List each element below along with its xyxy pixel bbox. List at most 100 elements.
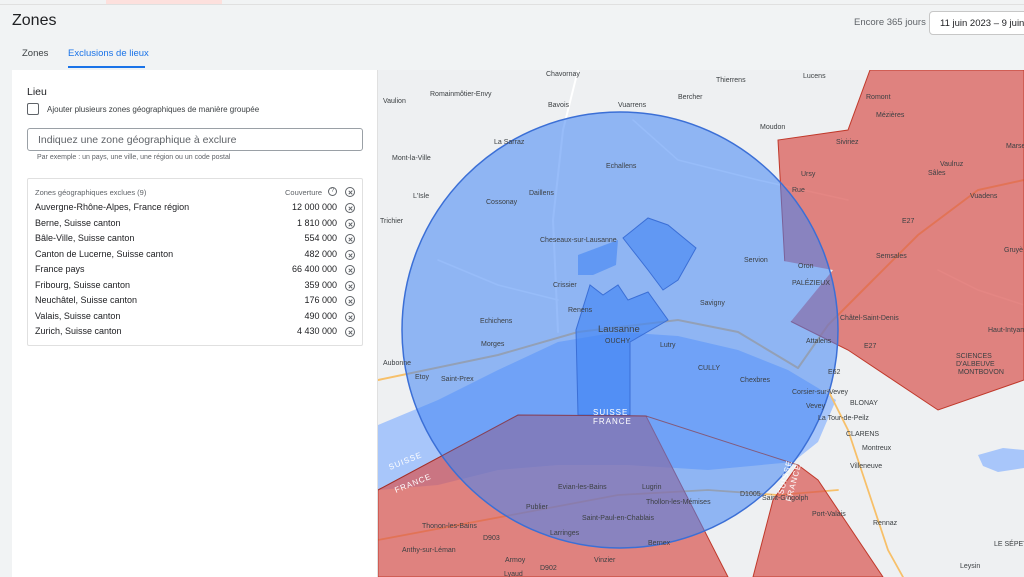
zone-coverage: 482 000 (304, 249, 337, 259)
svg-text:CLARENS: CLARENS (846, 431, 879, 438)
zone-name: Valais, Suisse canton (35, 311, 121, 321)
remove-zone-icon[interactable] (345, 203, 355, 213)
bulk-add-label: Ajouter plusieurs zones géographiques de… (47, 104, 260, 114)
active-tab-indicator (68, 66, 145, 68)
svg-text:D1005: D1005 (740, 491, 761, 498)
svg-text:Siviriez: Siviriez (836, 139, 859, 146)
svg-text:Bernex: Bernex (648, 540, 671, 547)
bulk-add-row: Ajouter plusieurs zones géographiques de… (27, 103, 259, 115)
zone-coverage: 554 000 (304, 233, 337, 243)
svg-text:Lugrin: Lugrin (642, 484, 662, 491)
table-row: Fribourg, Suisse canton 359 000 (28, 278, 362, 293)
svg-text:Trichier: Trichier (380, 218, 404, 225)
svg-text:Montreux: Montreux (862, 445, 892, 452)
table-row: Auvergne-Rhône-Alpes, France région 12 0… (28, 200, 362, 215)
svg-text:Aubonne: Aubonne (383, 360, 411, 367)
svg-text:Cossonay: Cossonay (486, 199, 518, 206)
svg-text:Rue: Rue (792, 187, 805, 194)
svg-text:Servion: Servion (744, 257, 768, 264)
svg-text:Anthy-sur-Léman: Anthy-sur-Léman (402, 547, 456, 554)
help-icon[interactable]: ? (328, 187, 337, 196)
svg-text:Evian-les-Bains: Evian-les-Bains (558, 484, 607, 491)
remove-all-icon[interactable] (345, 187, 355, 197)
svg-text:Villeneuve: Villeneuve (850, 463, 882, 470)
svg-text:BLONAY: BLONAY (850, 400, 878, 407)
remove-zone-icon[interactable] (345, 265, 355, 275)
tab-location-exclusions[interactable]: Exclusions de lieux (68, 48, 149, 59)
zone-coverage: 12 000 000 (291, 202, 337, 212)
zone-name: Auvergne-Rhône-Alpes, France région (35, 202, 190, 212)
remove-zone-icon[interactable] (345, 281, 355, 291)
tab-zones[interactable]: Zones (22, 48, 48, 59)
table-row: Berne, Suisse canton 1 810 000 (28, 216, 362, 231)
zone-name: Zurich, Suisse canton (35, 326, 122, 336)
svg-text:Etoy: Etoy (415, 374, 430, 381)
remove-zone-icon[interactable] (345, 327, 355, 337)
zone-coverage: 1 810 000 (296, 218, 337, 228)
remove-zone-icon[interactable] (345, 250, 355, 260)
svg-text:Marsens: Marsens (1006, 143, 1024, 150)
svg-text:E62: E62 (828, 369, 841, 376)
svg-text:Châtel-Saint-Denis: Châtel-Saint-Denis (840, 315, 899, 322)
svg-text:Cheseaux-sur-Lausanne: Cheseaux-sur-Lausanne (540, 237, 617, 244)
remove-zone-icon[interactable] (345, 219, 355, 229)
svg-text:CULLY: CULLY (698, 365, 720, 372)
svg-text:Moudon: Moudon (760, 124, 785, 131)
svg-text:Vaulruz: Vaulruz (940, 161, 964, 168)
zone-name: Berne, Suisse canton (35, 218, 121, 228)
svg-text:D903: D903 (483, 535, 500, 542)
svg-text:Leysin: Leysin (960, 563, 980, 570)
svg-text:Vuarrens: Vuarrens (618, 102, 647, 109)
map-view[interactable]: Chavornay Thierrens Lucens Vaulion Romai… (378, 70, 1024, 577)
svg-text:Vevey: Vevey (806, 403, 826, 410)
svg-text:PALÉZIEUX: PALÉZIEUX (792, 278, 830, 287)
svg-text:Haut-Intyamon: Haut-Intyamon (988, 327, 1024, 334)
section-title: Lieu (27, 86, 47, 98)
svg-text:Savigny: Savigny (700, 300, 725, 307)
lake-east (978, 448, 1024, 472)
zone-coverage: 176 000 (304, 295, 337, 305)
svg-text:Bavois: Bavois (548, 102, 570, 109)
svg-text:Mont-la-Ville: Mont-la-Ville (392, 155, 431, 162)
zone-coverage: 66 400 000 (291, 264, 337, 274)
svg-text:E27: E27 (902, 218, 915, 225)
zone-coverage: 4 430 000 (296, 326, 337, 336)
zone-name: Bâle-Ville, Suisse canton (35, 233, 135, 243)
svg-text:SCIENCES: SCIENCES (956, 353, 992, 360)
svg-text:Chavornay: Chavornay (546, 71, 580, 78)
svg-text:Crissier: Crissier (553, 282, 577, 289)
svg-text:Thollon-les-Mémises: Thollon-les-Mémises (646, 499, 711, 506)
map-canvas[interactable]: Chavornay Thierrens Lucens Vaulion Romai… (378, 70, 1024, 577)
exclusion-search-input[interactable] (27, 128, 363, 151)
svg-text:Semsales: Semsales (876, 253, 907, 260)
svg-text:La Tour-de-Peilz: La Tour-de-Peilz (818, 415, 869, 422)
table-row: Zurich, Suisse canton 4 430 000 (28, 324, 362, 339)
svg-text:Corsier-sur-Vevey: Corsier-sur-Vevey (792, 389, 849, 396)
svg-text:LE SÉPEY: LE SÉPEY (994, 539, 1024, 548)
remove-zone-icon[interactable] (345, 234, 355, 244)
svg-text:Echichens: Echichens (480, 318, 513, 325)
svg-text:Romainmôtier-Envy: Romainmôtier-Envy (430, 91, 492, 98)
svg-text:MONTBOVON: MONTBOVON (958, 369, 1004, 376)
zone-name: France pays (35, 264, 85, 274)
remove-zone-icon[interactable] (345, 312, 355, 322)
zone-name: Fribourg, Suisse canton (35, 280, 131, 290)
svg-text:Rennaz: Rennaz (873, 520, 898, 527)
svg-text:D902: D902 (540, 565, 557, 572)
svg-text:Vuadens: Vuadens (970, 193, 998, 200)
svg-text:Thierrens: Thierrens (716, 77, 746, 84)
svg-text:Bercher: Bercher (678, 94, 703, 101)
zone-name: Canton de Lucerne, Suisse canton (35, 249, 174, 259)
zone-coverage: 490 000 (304, 311, 337, 321)
svg-text:Larringes: Larringes (550, 530, 580, 537)
svg-text:Publier: Publier (526, 504, 548, 511)
svg-text:L'Isle: L'Isle (413, 193, 429, 200)
table-row: Valais, Suisse canton 490 000 (28, 309, 362, 324)
bulk-add-checkbox[interactable] (27, 103, 39, 115)
svg-text:Lutry: Lutry (660, 342, 676, 349)
svg-text:Renens: Renens (568, 307, 593, 314)
remove-zone-icon[interactable] (345, 296, 355, 306)
svg-text:Vaulion: Vaulion (383, 98, 406, 105)
date-range-picker[interactable]: 11 juin 2023 – 9 juin (929, 11, 1024, 35)
svg-text:Saint-Paul-en-Chablais: Saint-Paul-en-Chablais (582, 515, 654, 522)
